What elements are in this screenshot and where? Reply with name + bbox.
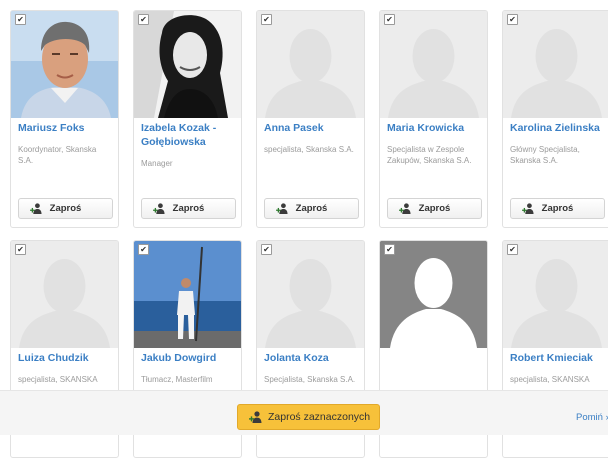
- person-role: Manager: [141, 159, 173, 168]
- person-card: ✔ Anna Pasek specjalista, Skanska S.A. Z…: [256, 10, 365, 228]
- add-user-icon: [30, 203, 43, 214]
- invite-button-label: Zaproś: [541, 203, 574, 214]
- default-avatar: [257, 241, 364, 348]
- default-avatar: [503, 11, 608, 118]
- default-avatar: [257, 11, 364, 118]
- select-checkbox[interactable]: ✔: [138, 14, 149, 25]
- person-role: Tłumacz, Masterfilm: [141, 375, 213, 384]
- person-name[interactable]: Mariusz Foks: [18, 121, 113, 135]
- person-name[interactable]: Robert Kmieciak: [510, 351, 605, 365]
- footer-bar: Zaproś zaznaczonych Pomiń »: [0, 390, 608, 435]
- invite-button[interactable]: Zaproś: [264, 198, 359, 219]
- invite-button-label: Zaproś: [172, 203, 205, 214]
- person-role: Koordynator, Skanska S.A.: [18, 145, 97, 165]
- invite-button[interactable]: Zaproś: [18, 198, 113, 219]
- skip-link[interactable]: Pomiń »: [576, 412, 608, 423]
- person-card: ✔ Karolina Zielinska Główny Specjalista,…: [502, 10, 608, 228]
- person-name[interactable]: Anna Pasek: [264, 121, 359, 135]
- profile-photo: [11, 11, 118, 118]
- invite-button-label: Zaproś: [418, 203, 451, 214]
- person-card: ✔ Mariusz Foks Koordynator, Skanska S.A.…: [10, 10, 119, 228]
- select-checkbox[interactable]: ✔: [384, 244, 395, 255]
- select-checkbox[interactable]: ✔: [138, 244, 149, 255]
- person-name[interactable]: Luiza Chudzik: [18, 351, 113, 365]
- add-user-icon: [153, 203, 166, 214]
- person-card: ✔ Maria Krowicka Specjalista w Zespole Z…: [379, 10, 488, 228]
- invite-button[interactable]: Zaproś: [141, 198, 236, 219]
- invite-button[interactable]: Zaproś: [510, 198, 605, 219]
- person-name[interactable]: Jolanta Koza: [264, 351, 359, 365]
- invite-selected-label: Zaproś zaznaczonych: [268, 411, 371, 423]
- select-checkbox[interactable]: ✔: [384, 14, 395, 25]
- select-checkbox[interactable]: ✔: [15, 14, 26, 25]
- select-checkbox[interactable]: ✔: [507, 14, 518, 25]
- dark-avatar: [380, 241, 487, 348]
- add-user-icon: [249, 411, 263, 423]
- person-name[interactable]: Jakub Dowgird: [141, 351, 236, 365]
- default-avatar: [11, 241, 118, 348]
- person-role: Specjalista w Zespole Zakupów, Skanska S…: [387, 145, 472, 165]
- person-name[interactable]: Karolina Zielinska: [510, 121, 605, 135]
- default-avatar: [503, 241, 608, 348]
- person-name[interactable]: Maria Krowicka: [387, 121, 482, 135]
- default-avatar: [380, 11, 487, 118]
- add-user-icon: [399, 203, 412, 214]
- profile-photo: [134, 241, 241, 348]
- person-card: ✔ Izabela Kozak - Gołębiowska Manager Za…: [133, 10, 242, 228]
- select-checkbox[interactable]: ✔: [261, 14, 272, 25]
- invite-button[interactable]: Zaproś: [387, 198, 482, 219]
- add-user-icon: [522, 203, 535, 214]
- select-checkbox[interactable]: ✔: [261, 244, 272, 255]
- person-role: Specjalista, Skanska S.A.: [264, 375, 356, 384]
- person-name[interactable]: Izabela Kozak - Gołębiowska: [141, 121, 236, 149]
- profile-photo: [134, 11, 241, 118]
- person-role: specjalista, Skanska S.A.: [264, 145, 354, 154]
- add-user-icon: [276, 203, 289, 214]
- person-role: Główny Specjalista, Skanska S.A.: [510, 145, 580, 165]
- invite-button-label: Zaproś: [49, 203, 82, 214]
- select-checkbox[interactable]: ✔: [15, 244, 26, 255]
- select-checkbox[interactable]: ✔: [507, 244, 518, 255]
- person-role: specjalista, SKANSKA: [510, 375, 590, 384]
- invite-button-label: Zaproś: [295, 203, 328, 214]
- person-role: specjalista, SKANSKA: [18, 375, 98, 384]
- invite-selected-button[interactable]: Zaproś zaznaczonych: [237, 404, 380, 430]
